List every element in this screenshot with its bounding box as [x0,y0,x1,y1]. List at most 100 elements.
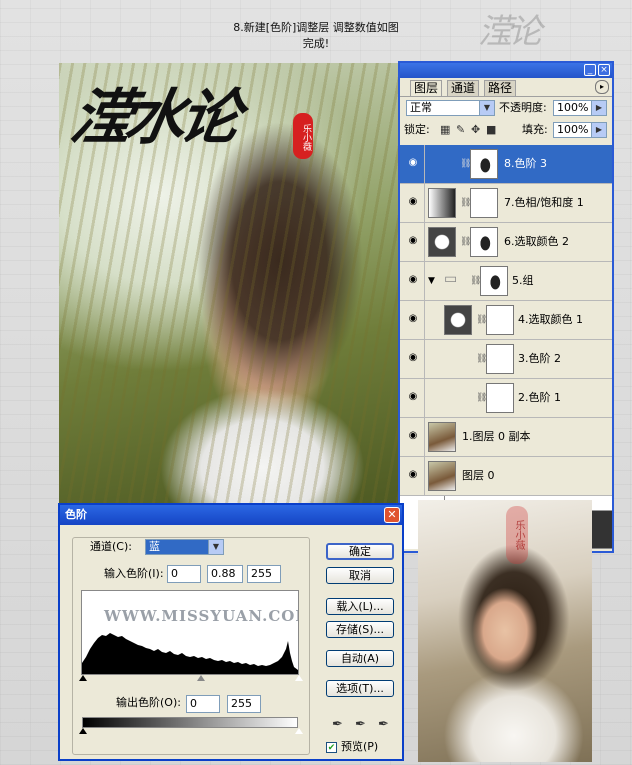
histogram-watermark: WWW.MISSYUAN.COM [104,607,299,625]
layer-row[interactable]: ◉ 1.图层 0 副本 [400,418,612,457]
tab-paths[interactable]: 路径 [484,80,517,96]
load-button[interactable]: 载入(L)... [326,598,394,615]
layer-name: 3.色阶 2 [518,352,561,365]
layer-name: 7.色相/饱和度 1 [504,196,584,209]
histogram-graph [82,633,298,674]
photo-thumbnail [428,461,456,491]
ok-button[interactable]: 确定 [326,543,394,560]
output-white-field[interactable]: 255 [227,695,261,713]
blend-mode-select[interactable]: 正常 ▼ [406,100,495,116]
eye-icon[interactable]: ◉ [406,157,420,169]
folder-icon: ▭ [444,271,458,287]
layer-name: 6.选取颜色 2 [504,235,569,248]
output-black-slider[interactable] [79,728,87,734]
fill-input[interactable]: 100% ▶ [553,122,607,138]
close-icon[interactable]: ✕ [384,507,400,523]
layer-name: 2.色阶 1 [518,391,561,404]
chevron-right-icon: ▶ [591,101,606,115]
link-icon: ⛓ [460,237,472,247]
channel-select[interactable]: 蓝 ▼ [145,539,224,555]
preview-label: 预览(P) [341,740,379,753]
eye-icon[interactable]: ◉ [406,391,420,403]
tab-layers[interactable]: 图层 [410,80,443,96]
expand-triangle-icon[interactable]: ▼ [428,274,435,288]
selective-color-thumbnail-icon [428,227,456,257]
layer-group-row[interactable]: ◉ ▼ ▭ ⛓ 5.组 [400,262,612,301]
layer-row[interactable]: ◉ ⛓ 4.选取颜色 1 [400,301,612,340]
preview-checkbox[interactable]: ✔ [326,742,337,753]
link-icon: ⛓ [470,276,482,286]
layer-row[interactable]: ◉ ⛓ 6.选取颜色 2 [400,223,612,262]
input-black-slider[interactable] [79,675,87,681]
layer-row[interactable]: ◉ ⛓ 7.色相/饱和度 1 [400,184,612,223]
lock-label: 锁定: [404,123,430,136]
chevron-down-icon: ▼ [479,101,494,115]
input-gamma-slider[interactable] [197,675,205,681]
layers-panel-tabs: 图层 通道 路径 ▸ [400,78,612,97]
layer-row[interactable]: ◉ ⛓ 2.色阶 1 [400,379,612,549]
gray-eyedropper-icon[interactable]: ✒ [355,717,366,732]
output-levels-label: 输出色阶(O): [116,696,181,709]
layers-panel-titlebar[interactable]: _ × [400,63,612,78]
mask-thumbnail[interactable] [486,344,514,374]
options-button[interactable]: 选项(T)... [326,680,394,697]
output-white-slider[interactable] [295,728,303,734]
input-white-slider[interactable] [295,675,303,681]
input-gamma-field[interactable]: 0.88 [207,565,243,583]
link-icon: ⛓ [476,354,488,364]
eye-icon[interactable]: ◉ [406,274,420,286]
cancel-button[interactable]: 取消 [326,567,394,584]
eye-icon[interactable]: ◉ [406,313,420,325]
link-icon: ⛓ [460,198,472,208]
layer-row[interactable]: ◉ ⛓ 3.色阶 2 [400,340,612,510]
eye-icon[interactable]: ◉ [406,352,420,364]
auto-button[interactable]: 自动(A) [326,650,394,667]
eye-icon[interactable]: ◉ [406,196,420,208]
layer-name: 5.组 [512,274,534,287]
opacity-input[interactable]: 100% ▶ [553,100,607,116]
tab-channels[interactable]: 通道 [447,80,480,96]
eye-icon[interactable]: ◉ [406,430,420,442]
lock-transparency-icon[interactable]: ▦ [440,123,450,136]
hue-saturation-thumbnail-icon [428,188,456,218]
panel-menu-icon[interactable]: ▸ [595,80,609,94]
mask-thumbnail[interactable] [486,383,514,413]
layer-row[interactable]: ◉ 图层 0 [400,457,612,496]
layer-name: 8.色阶 3 [504,157,547,170]
red-seal: 乐小薇 [293,113,313,159]
layer-name: 4.选取颜色 1 [518,313,583,326]
lock-brush-icon[interactable]: ✎ [456,123,465,136]
input-white-field[interactable]: 255 [247,565,281,583]
white-eyedropper-icon[interactable]: ✒ [378,717,389,732]
main-photo: 滢水论 乐小薇 [59,63,398,503]
mask-thumbnail[interactable] [470,227,498,257]
red-seal: 乐小薇 [506,506,528,564]
output-black-field[interactable]: 0 [186,695,220,713]
tutorial-caption: 8.新建[色阶]调整层 调整数值如图 完成! [0,20,632,52]
input-black-field[interactable]: 0 [167,565,201,583]
close-icon[interactable]: × [598,64,610,76]
eye-icon[interactable]: ◉ [406,469,420,481]
fill-label: 填充: [522,123,548,136]
mask-thumbnail[interactable] [486,305,514,335]
histogram: WWW.MISSYUAN.COM [81,590,299,675]
levels-dialog: 色阶 ✕ 通道(C): 蓝 ▼ 输入色阶(I): 0 0.88 255 WWW.… [58,503,404,761]
save-button[interactable]: 存储(S)... [326,621,394,638]
minimize-icon[interactable]: _ [584,64,596,76]
eye-icon[interactable]: ◉ [406,235,420,247]
levels-dialog-titlebar[interactable]: 色阶 ✕ [60,505,402,525]
link-icon: ⛓ [476,315,488,325]
lock-all-icon[interactable]: ■ [486,123,496,136]
result-photo: 乐小薇 [418,500,592,762]
chevron-right-icon: ▶ [591,123,606,137]
mask-thumbnail[interactable] [470,188,498,218]
black-eyedropper-icon[interactable]: ✒ [332,717,343,732]
channel-label: 通道(C): [90,540,132,553]
blend-row: 正常 ▼ 不透明度: 100% ▶ [400,97,612,119]
dialog-title: 色阶 [65,508,87,521]
layer-row[interactable]: ◉ ⛓ 8.色阶 3 [400,145,612,315]
lock-move-icon[interactable]: ✥ [471,123,480,136]
link-icon: ⛓ [460,159,472,169]
mask-thumbnail[interactable] [470,149,498,179]
mask-thumbnail[interactable] [480,266,508,296]
